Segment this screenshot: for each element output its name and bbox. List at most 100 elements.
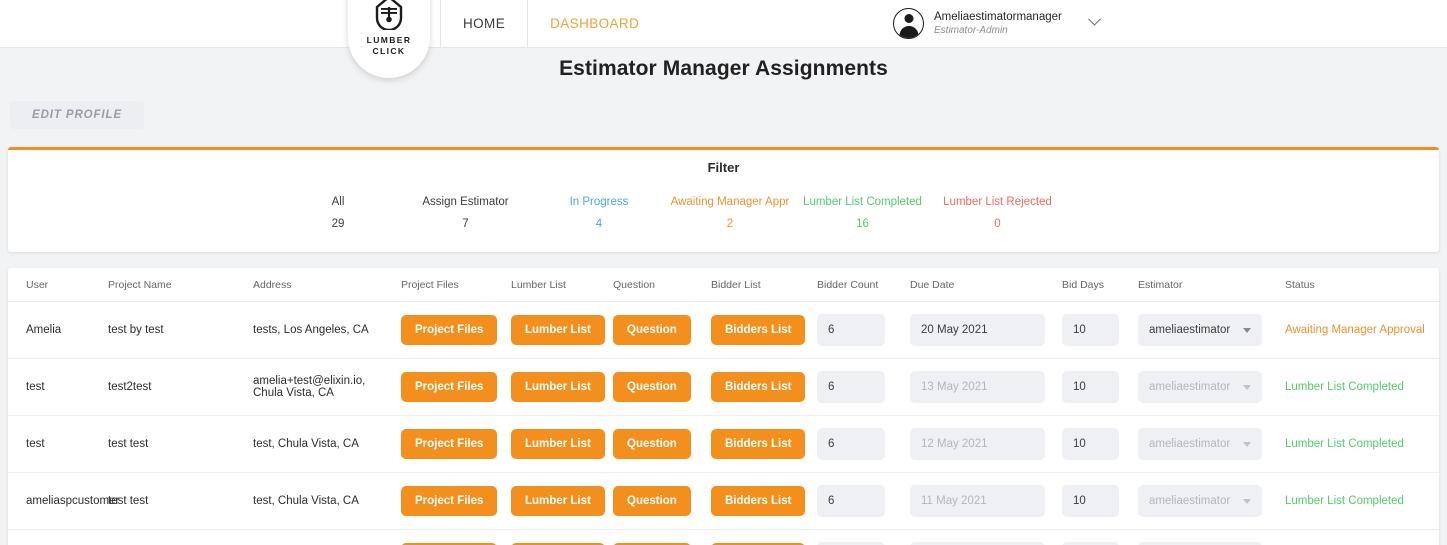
nav-link-dashboard[interactable]: DASHBOARD: [527, 0, 661, 47]
filter-item-awaiting-manager-approval[interactable]: Awaiting Manager Appr 2: [665, 194, 795, 239]
filter-card-title: Filter: [707, 160, 740, 175]
column-header-bidder-list: Bidder List: [711, 268, 817, 302]
filter-item-lumber-list-rejected[interactable]: Lumber List Rejected 0: [930, 194, 1065, 239]
filter-count-lumber-list-completed: 16: [856, 218, 869, 230]
cell-address: test, Chula Vista, CA: [253, 415, 401, 473]
filter-count-assign-estimator: 7: [462, 218, 469, 230]
filter-item-assign-estimator[interactable]: Assign Estimator 7: [398, 194, 533, 239]
estimator-select-value[interactable]: ameliaestimator: [1138, 314, 1262, 346]
filter-item-lumber-list-completed[interactable]: Lumber List Completed 16: [795, 194, 930, 239]
user-profile-role: Estimator-Admin: [934, 25, 1008, 36]
filter-items: All 29 Assign Estimator 7 In Progress 4 …: [8, 194, 1439, 239]
column-header-address: Address: [253, 268, 401, 302]
filter-count-in-progress: 4: [595, 218, 603, 230]
filter-item-all[interactable]: All 29: [278, 194, 398, 239]
cell-project-name: test test: [108, 415, 253, 473]
bid-days-input[interactable]: [1062, 371, 1119, 403]
brand-logo-line1: LUMBER: [366, 35, 412, 45]
cell-address: tests, Los Angeles, CA: [253, 301, 401, 359]
column-header-estimator: Estimator: [1138, 268, 1285, 302]
status-badge: Lumber List Completed: [1285, 381, 1404, 393]
filter-label-all: All: [331, 196, 345, 208]
column-header-project-name: Project Name: [108, 268, 253, 302]
filter-item-in-progress[interactable]: In Progress 4: [533, 194, 665, 239]
cell-user: Amelia: [8, 301, 108, 359]
filter-count-all: 29: [331, 218, 345, 230]
bidders-list-button[interactable]: Bidders List: [711, 486, 806, 516]
bidder-count-input[interactable]: [817, 314, 885, 346]
cell-project-name: test test: [108, 472, 253, 530]
project-files-button[interactable]: Project Files: [401, 486, 498, 516]
filter-label-awaiting-manager-approval: Awaiting Manager Appr: [670, 196, 790, 208]
bid-days-input[interactable]: [1062, 314, 1119, 346]
table-body: Amelia test by test tests, Los Angeles, …: [8, 301, 1439, 545]
project-files-button[interactable]: Project Files: [401, 372, 498, 402]
user-avatar-icon: [893, 8, 924, 39]
due-date-input: [910, 485, 1045, 517]
bid-days-input[interactable]: [1062, 485, 1119, 517]
cell-project-name: test2test: [108, 358, 253, 416]
filter-label-in-progress: In Progress: [569, 196, 629, 208]
edit-profile-toolbar: EDIT PROFILE: [0, 81, 1447, 129]
table-row: ameliaspcustomer test test test, Chula V…: [8, 472, 1439, 530]
bidder-count-input[interactable]: [817, 428, 885, 460]
lumberclick-shield-logo-icon: [375, 0, 403, 30]
lumber-list-button[interactable]: Lumber List: [511, 372, 605, 402]
bidder-count-input[interactable]: [817, 371, 885, 403]
question-button[interactable]: Question: [613, 486, 691, 516]
cell-address: amelia+test@elixin.io, Chula Vista, CA: [253, 358, 401, 416]
edit-profile-button[interactable]: EDIT PROFILE: [10, 101, 145, 129]
cell-address: test, Chula Vista, CA: [253, 529, 401, 545]
filter-count-lumber-list-rejected: 0: [994, 218, 1001, 230]
column-header-project-files: Project Files: [401, 268, 511, 302]
bidders-list-button[interactable]: Bidders List: [711, 372, 806, 402]
bid-days-input[interactable]: [1062, 428, 1119, 460]
due-date-input: [910, 428, 1045, 460]
question-button[interactable]: Question: [613, 315, 691, 345]
column-header-lumber-list: Lumber List: [511, 268, 613, 302]
nav-link-home[interactable]: HOME: [440, 0, 527, 47]
cell-project-name: test by test: [108, 301, 253, 359]
table-row: ameliaspcustomer test test test, Chula V…: [8, 529, 1439, 545]
column-header-due-date: Due Date: [910, 268, 1062, 302]
cell-user: ameliaspcustomer: [8, 472, 119, 530]
brand-logo-line2: CLICK: [372, 46, 406, 56]
estimator-select-value: ameliaestimator: [1138, 485, 1262, 517]
status-badge: Lumber List Completed: [1285, 495, 1404, 507]
filter-label-lumber-list-completed: Lumber List Completed: [803, 196, 922, 208]
page-title: Estimator Manager Assignments: [559, 57, 888, 80]
lumber-list-button[interactable]: Lumber List: [511, 315, 605, 345]
question-button[interactable]: Question: [613, 372, 691, 402]
table-row: test test2test amelia+test@elixin.io, Ch…: [8, 358, 1439, 416]
column-header-bidder-count: Bidder Count: [817, 268, 910, 302]
table-row: Amelia test by test tests, Los Angeles, …: [8, 301, 1439, 359]
cell-user: ameliaspcustomer: [8, 529, 108, 545]
estimator-select-value: ameliaestimator: [1138, 371, 1262, 403]
lumber-list-button[interactable]: Lumber List: [511, 429, 605, 459]
due-date-input[interactable]: [910, 314, 1045, 346]
table-row: test test test test, Chula Vista, CA Pro…: [8, 415, 1439, 473]
user-profile-menu[interactable]: Ameliaestimatormanager Estimator-Admin: [893, 0, 1101, 47]
user-profile-text: Ameliaestimatormanager Estimator-Admin: [934, 10, 1062, 37]
filter-label-lumber-list-rejected: Lumber List Rejected: [943, 196, 1052, 208]
chevron-down-icon[interactable]: [1087, 12, 1101, 26]
filter-count-awaiting-manager-approval: 2: [726, 218, 734, 230]
filter-label-assign-estimator: Assign Estimator: [422, 196, 509, 208]
estimator-select: ameliaestimator: [1138, 371, 1262, 403]
table-header: User Project Name Address Project Files …: [8, 268, 1439, 302]
estimator-select[interactable]: ameliaestimator: [1138, 314, 1262, 346]
cell-user: test: [8, 358, 108, 416]
lumber-list-button[interactable]: Lumber List: [511, 486, 605, 516]
estimator-select: ameliaestimator: [1138, 428, 1262, 460]
table-header-row: User Project Name Address Project Files …: [8, 268, 1439, 302]
project-files-button[interactable]: Project Files: [401, 315, 498, 345]
top-navigation-bar: LUMBER CLICK HOME DASHBOARD Ameliaestima…: [0, 0, 1447, 78]
estimator-select-value: ameliaestimator: [1138, 428, 1262, 460]
user-profile-name: Ameliaestimatormanager: [934, 11, 1062, 23]
bidder-count-input[interactable]: [817, 485, 885, 517]
question-button[interactable]: Question: [613, 429, 691, 459]
project-files-button[interactable]: Project Files: [401, 429, 498, 459]
cell-project-name: test test: [108, 529, 253, 545]
bidders-list-button[interactable]: Bidders List: [711, 429, 806, 459]
bidders-list-button[interactable]: Bidders List: [711, 315, 806, 345]
